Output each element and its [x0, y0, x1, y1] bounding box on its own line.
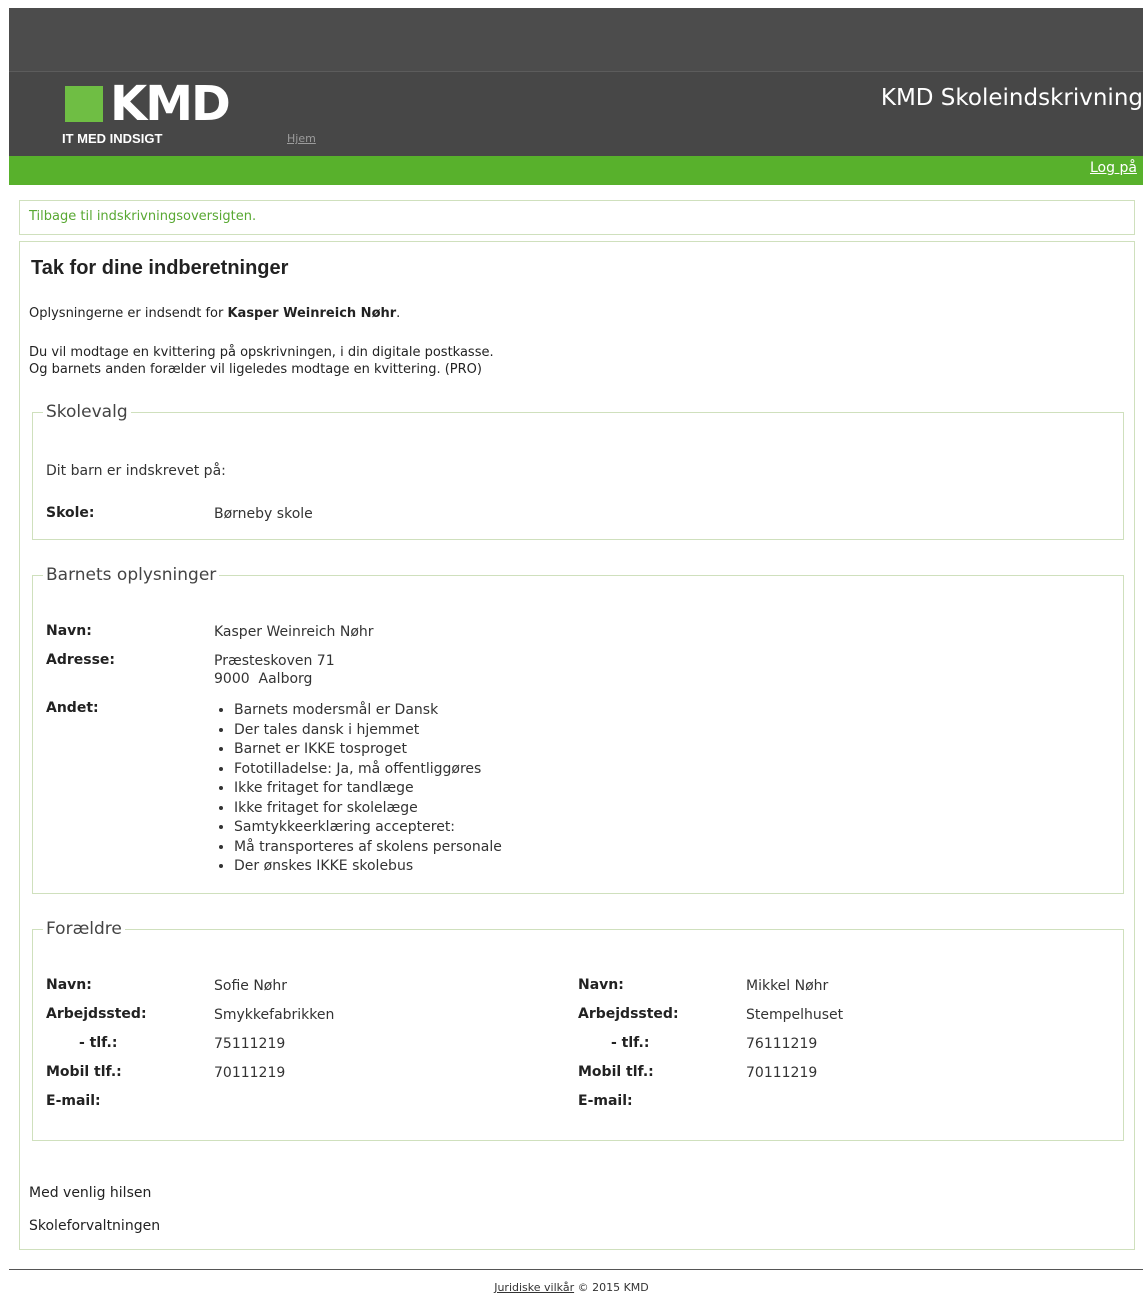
logo-tagline: IT MED INDSIGT — [62, 131, 163, 146]
child-other-label: Andet: — [46, 700, 99, 716]
parent-2-mobile: 70111219 — [746, 1065, 818, 1081]
closing-greeting: Med venlig hilsen — [29, 1185, 152, 1201]
site-header: KMD IT MED INDSIGT Hjem KMD Skoleindskri… — [9, 71, 1143, 157]
parent-2-name: Mikkel Nøhr — [746, 978, 829, 994]
submitted-for-text: Oplysningerne er indsendt for Kasper Wei… — [29, 306, 400, 321]
list-item: Ikke fritaget for skolelæge — [234, 799, 502, 819]
parent-2-phone-label: - tlf.: — [611, 1035, 650, 1051]
copyright-text: © 2015 KMD — [574, 1281, 649, 1294]
logo-square-icon — [65, 86, 103, 122]
closing-sender: Skoleforvaltningen — [29, 1218, 161, 1234]
receipt-line-1: Du vil modtage en kvittering på opskrivn… — [29, 345, 494, 360]
parent-1-phone: 75111219 — [214, 1036, 286, 1052]
page-footer: Juridiske vilkår © 2015 KMD — [0, 1281, 1143, 1294]
browser-top-bar — [9, 8, 1143, 71]
parent-1-workplace: Smykkefabrikken — [214, 1007, 335, 1023]
parent-2-workplace: Stempelhuset — [746, 1007, 844, 1023]
parent-2-phone: 76111219 — [746, 1036, 818, 1052]
footer-divider — [9, 1269, 1143, 1270]
list-item: Samtykkeerklæring accepteret: — [234, 818, 502, 838]
child-name-value: Kasper Weinreich Nøhr — [214, 624, 374, 640]
parent-1-mobile: 70111219 — [214, 1065, 286, 1081]
school-choice-section: Skolevalg Dit barn er indskrevet på: Sko… — [32, 402, 1124, 540]
parent-1-name-label: Navn: — [46, 977, 92, 993]
page-title: Tak for dine indberetninger — [31, 257, 289, 279]
list-item: Må transporteres af skolens personale — [234, 838, 502, 858]
submitted-prefix: Oplysningerne er indsendt for — [29, 306, 228, 321]
parent-1-email-label: E-mail: — [46, 1093, 101, 1109]
parent-1-name: Sofie Nøhr — [214, 978, 288, 994]
list-item: Der tales dansk i hjemmet — [234, 721, 502, 741]
list-item: Der ønskes IKKE skolebus — [234, 857, 502, 877]
parent-2-workplace-label: Arbejdssted: — [578, 1006, 679, 1022]
parents-section: Forældre Navn: Sofie Nøhr Arbejdssted: S… — [32, 919, 1124, 1141]
child-info-section: Barnets oplysninger Navn: Kasper Weinrei… — [32, 565, 1124, 894]
school-choice-legend: Skolevalg — [43, 402, 131, 422]
child-address-line-1: Præsteskoven 71 — [214, 653, 335, 669]
list-item: Ikke fritaget for tandlæge — [234, 779, 502, 799]
child-other-list: Barnets modersmål er Dansk Der tales dan… — [214, 701, 502, 877]
submitted-suffix: . — [396, 306, 401, 321]
list-item: Barnet er IKKE tosproget — [234, 740, 502, 760]
parent-1-phone-label: - tlf.: — [79, 1035, 118, 1051]
enrolled-at-text: Dit barn er indskrevet på: — [46, 463, 226, 479]
child-info-legend: Barnets oplysninger — [43, 565, 220, 585]
submitted-child-name: Kasper Weinreich Nøhr — [227, 306, 397, 321]
parent-2-email-label: E-mail: — [578, 1093, 633, 1109]
list-item: Barnets modersmål er Dansk — [234, 701, 502, 721]
legal-terms-link[interactable]: Juridiske vilkår — [494, 1281, 574, 1294]
parents-legend: Forældre — [43, 919, 125, 939]
parent-1-mobile-label: Mobil tlf.: — [46, 1064, 122, 1080]
green-nav-bar: Log på — [9, 156, 1143, 185]
child-address-label: Adresse: — [46, 652, 116, 668]
list-item: Fototilladelse: Ja, må offentliggøres — [234, 760, 502, 780]
parent-2-name-label: Navn: — [578, 977, 624, 993]
school-value: Børneby skole — [214, 506, 313, 522]
home-link[interactable]: Hjem — [287, 132, 316, 145]
child-name-label: Navn: — [46, 623, 92, 639]
child-address-line-2: 9000 Aalborg — [214, 671, 313, 687]
logo-text: KMD — [110, 76, 231, 132]
app-title: KMD Skoleindskrivning — [880, 85, 1143, 111]
confirmation-panel: Tak for dine indberetninger Oplysningern… — [19, 241, 1135, 1250]
back-link-box: Tilbage til indskrivningsoversigten. — [19, 200, 1135, 235]
parent-1-workplace-label: Arbejdssted: — [46, 1006, 147, 1022]
back-to-overview-link[interactable]: Tilbage til indskrivningsoversigten. — [29, 209, 256, 224]
school-label: Skole: — [46, 505, 95, 521]
login-link[interactable]: Log på — [1090, 160, 1137, 176]
parent-2-mobile-label: Mobil tlf.: — [578, 1064, 654, 1080]
receipt-line-2: Og barnets anden forælder vil ligeledes … — [29, 362, 482, 377]
